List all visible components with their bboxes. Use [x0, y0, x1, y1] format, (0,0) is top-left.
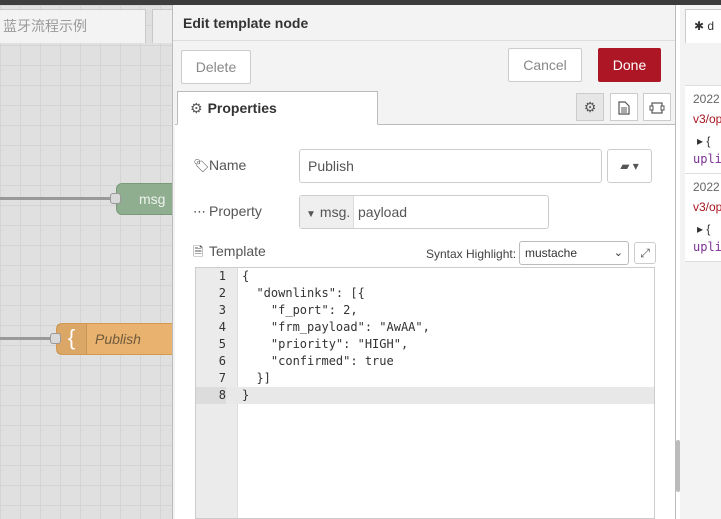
debug-message-key: upli: [693, 240, 721, 254]
caret-down-icon: ▼: [306, 209, 316, 220]
line-number: 8: [196, 387, 226, 404]
delete-button[interactable]: Delete: [181, 50, 251, 84]
code-line[interactable]: 2 "downlinks": [{: [196, 285, 654, 302]
flow-workspace[interactable]: 蓝牙流程示例 msg { Publish: [0, 5, 172, 519]
gear-icon: ⚙: [190, 100, 203, 116]
code-line[interactable]: 5 "priority": "HIGH",: [196, 336, 654, 353]
line-number: 5: [218, 337, 226, 351]
name-label-text: Name: [209, 157, 247, 173]
code-text: "frm_payload": "AwAA",: [242, 320, 430, 334]
debug-message-date: 2022: [693, 180, 720, 194]
code-line[interactable]: 3 "f_port": 2,: [196, 302, 654, 319]
property-type-selector[interactable]: ▼ msg.: [300, 196, 354, 228]
msg-node[interactable]: msg: [116, 183, 172, 215]
cancel-button[interactable]: Cancel: [508, 48, 582, 82]
debug-message-tree-toggle[interactable]: ▸ {: [697, 134, 710, 148]
debug-message-date: 2022: [693, 92, 720, 106]
syntax-highlight-label: Syntax Highlight:: [426, 247, 517, 261]
code-line[interactable]: 4 "frm_payload": "AwAA",: [196, 319, 654, 336]
template-label: 🗎 Template: [193, 243, 266, 265]
debug-sidebar: ✱ d 2022 v3/op ▸ { upli 2022 v3/op ▸ { upli: [680, 5, 721, 519]
sidebar-tab-debug[interactable]: ✱ d: [685, 9, 721, 43]
line-number: 7: [218, 371, 226, 385]
name-label: 🏷Name: [193, 157, 246, 174]
node-appearance-icon: [649, 102, 665, 114]
tab-properties[interactable]: ⚙ Properties: [177, 91, 378, 125]
property-label-text: Property: [209, 203, 262, 219]
code-line[interactable]: 1{: [196, 268, 654, 285]
debug-message-topic: v3/op: [693, 112, 721, 126]
chevron-down-icon: ⌄: [613, 247, 623, 259]
code-text: "downlinks": [{: [242, 286, 365, 300]
property-type-label: msg.: [319, 204, 351, 220]
debug-message-topic: v3/op: [693, 200, 721, 214]
name-input[interactable]: Publish: [299, 149, 602, 183]
property-value[interactable]: payload: [358, 196, 407, 228]
file-code-icon: 🗎: [193, 244, 204, 259]
property-typed-input[interactable]: ▼ msg. payload: [299, 195, 549, 229]
sidebar-tab-label: d: [707, 19, 715, 33]
debug-message[interactable]: 2022 v3/op ▸ { upli: [685, 86, 721, 174]
gear-icon: ⚙: [583, 99, 597, 115]
flow-tab[interactable]: 蓝牙流程示例: [0, 9, 146, 43]
code-text: {: [242, 269, 250, 283]
edit-tray: Edit template node Delete Cancel Done ⚙ P…: [172, 5, 676, 519]
tag-icon: 🏷: [193, 158, 210, 173]
code-text: }]: [242, 371, 271, 385]
msg-node-label: msg: [139, 191, 166, 207]
syntax-highlight-select[interactable]: mustache ⌄: [519, 241, 629, 265]
bug-icon: ✱: [694, 19, 705, 33]
line-number: 3: [218, 303, 226, 317]
code-text: }: [242, 388, 250, 402]
node-input-port[interactable]: [50, 333, 61, 344]
template-label-text: Template: [209, 243, 266, 259]
tab-properties-label: Properties: [207, 100, 277, 116]
template-node-label: Publish: [95, 331, 141, 347]
tray-title: Edit template node: [173, 5, 675, 41]
done-button[interactable]: Done: [598, 48, 661, 82]
ellipsis-icon: ⋯: [193, 204, 206, 219]
expand-icon: ⤢: [640, 246, 650, 260]
appearance-button[interactable]: [643, 93, 671, 121]
debug-message-key: upli: [693, 152, 721, 166]
debug-message[interactable]: 2022 v3/op ▸ { upli: [685, 174, 721, 262]
code-line[interactable]: 7 }]: [196, 370, 654, 387]
code-line[interactable]: 8}: [196, 387, 654, 404]
flow-tab-next[interactable]: [152, 9, 172, 43]
flow-wire[interactable]: [0, 197, 116, 200]
template-code-editor[interactable]: 1{2 "downlinks": [{3 "f_port": 2, 4 "frm_…: [195, 267, 655, 519]
code-area[interactable]: 1{2 "downlinks": [{3 "f_port": 2, 4 "frm_…: [196, 268, 654, 404]
line-number: 2: [218, 286, 226, 300]
document-icon: [618, 101, 630, 115]
template-braces-icon: {: [57, 324, 87, 354]
line-number: 4: [218, 320, 226, 334]
properties-panel: 🏷Name Publish ▰ ▾ ⋯ Property ▼ msg. payloa…: [175, 125, 675, 519]
code-line[interactable]: 6 "confirmed": true: [196, 353, 654, 370]
template-node[interactable]: { Publish: [56, 323, 172, 355]
code-text: "f_port": 2,: [242, 303, 358, 317]
code-text: "confirmed": true: [242, 354, 394, 368]
line-number: 6: [218, 354, 226, 368]
property-label: ⋯ Property: [193, 203, 262, 220]
node-input-port[interactable]: [110, 193, 121, 204]
code-text: "priority": "HIGH",: [242, 337, 409, 351]
syntax-highlight-value: mustache: [525, 246, 578, 260]
debug-message-list: 2022 v3/op ▸ { upli 2022 v3/op ▸ { upli: [685, 85, 721, 262]
tray-tabbar: ⚙ Properties ⚙: [175, 91, 675, 125]
chevron-down-icon: ▾: [632, 159, 639, 173]
book-icon: ▰: [620, 159, 630, 173]
node-library-button[interactable]: ▰ ▾: [607, 149, 652, 183]
debug-message-tree-toggle[interactable]: ▸ {: [697, 222, 710, 236]
expand-editor-button[interactable]: ⤢: [634, 242, 656, 264]
flow-wire[interactable]: [0, 337, 56, 340]
line-number: 1: [218, 269, 226, 283]
description-button[interactable]: [610, 93, 638, 121]
settings-gear-button[interactable]: ⚙: [576, 93, 604, 121]
